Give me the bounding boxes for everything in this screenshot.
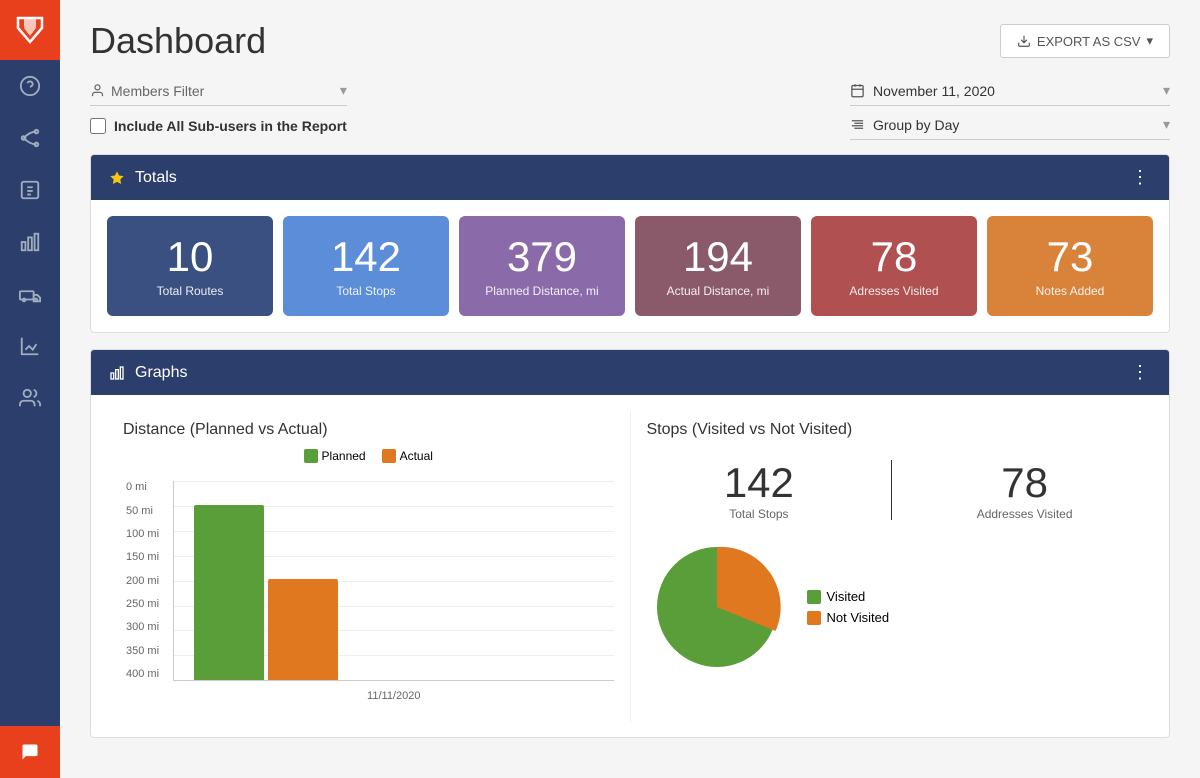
include-subusers-checkbox[interactable]: Include All Sub-users in the Report — [90, 118, 347, 134]
pie-legend-not-visited: Not Visited — [807, 610, 890, 625]
total-card-0: 10 Total Routes — [107, 216, 273, 316]
totals-panel-header: Totals ⋮ — [91, 155, 1169, 200]
filters-row: Members Filter ▾ Include All Sub-users i… — [90, 82, 1170, 140]
total-card-value-2: 379 — [471, 234, 613, 280]
legend-actual-dot — [382, 449, 396, 463]
date-filter-arrow: ▾ — [1163, 82, 1170, 99]
sidebar-chat-button[interactable] — [0, 726, 60, 778]
stops-chart-title: Stops (Visited vs Not Visited) — [647, 421, 1138, 439]
total-card-value-5: 73 — [999, 234, 1141, 280]
sidebar-icon-routes[interactable] — [0, 112, 60, 164]
total-card-5: 73 Notes Added — [987, 216, 1153, 316]
pie-legend-visited: Visited — [807, 589, 890, 604]
total-stops-stat: 142 Total Stops — [647, 459, 872, 521]
sidebar — [0, 0, 60, 778]
total-card-4: 78 Adresses Visited — [811, 216, 977, 316]
subusers-checkbox-input[interactable] — [90, 118, 106, 134]
stops-divider — [891, 460, 892, 520]
totals-grid: 10 Total Routes 142 Total Stops 379 Planned D… — [91, 200, 1169, 332]
members-filter-arrow: ▾ — [340, 82, 347, 99]
total-card-label-3: Actual Distance, mi — [647, 284, 789, 298]
pie-dot-visited — [807, 590, 821, 604]
graphs-panel-header: Graphs ⋮ — [91, 350, 1169, 395]
legend-planned: Planned — [304, 449, 366, 463]
stops-graph: 142 Total Stops 78 Addresses Visited — [647, 449, 1138, 687]
x-axis-label: 11/11/2020 — [367, 690, 420, 702]
bar-actual — [268, 579, 338, 680]
pie-dot-not-visited — [807, 611, 821, 625]
total-card-1: 142 Total Stops — [283, 216, 449, 316]
filter-right: November 11, 2020 ▾ Group by Day ▾ — [850, 82, 1170, 140]
bars-group — [194, 481, 338, 680]
sidebar-icon-orders[interactable] — [0, 164, 60, 216]
app-logo — [0, 0, 60, 60]
sidebar-icon-reports[interactable] — [0, 320, 60, 372]
total-card-value-1: 142 — [295, 234, 437, 280]
date-filter[interactable]: November 11, 2020 ▾ — [850, 82, 1170, 106]
addresses-visited-value: 78 — [912, 459, 1137, 507]
legend-planned-dot — [304, 449, 318, 463]
chart-legend: Planned Actual — [123, 449, 614, 463]
y-axis-labels: 400 mi 350 mi 300 mi 250 mi 200 mi 150 m… — [126, 481, 159, 680]
total-card-value-4: 78 — [823, 234, 965, 280]
addresses-visited-stat: 78 Addresses Visited — [912, 459, 1137, 521]
graphs-grid: Distance (Planned vs Actual) Planned Act… — [91, 395, 1169, 737]
total-card-3: 194 Actual Distance, mi — [635, 216, 801, 316]
total-stops-label: Total Stops — [647, 507, 872, 521]
main-content: Dashboard EXPORT AS CSV ▾ Members Filter… — [60, 0, 1200, 778]
totals-panel-menu[interactable]: ⋮ — [1131, 167, 1151, 188]
page-header: Dashboard EXPORT AS CSV ▾ — [90, 20, 1170, 62]
group-filter-arrow: ▾ — [1163, 116, 1170, 133]
total-card-label-1: Total Stops — [295, 284, 437, 298]
sidebar-icon-fleet[interactable] — [0, 268, 60, 320]
distance-chart-title: Distance (Planned vs Actual) — [123, 421, 614, 439]
total-card-label-0: Total Routes — [119, 284, 261, 298]
distance-chart-box: Distance (Planned vs Actual) Planned Act… — [107, 411, 631, 721]
bar-planned — [194, 505, 264, 680]
total-card-value-3: 194 — [647, 234, 789, 280]
export-csv-button[interactable]: EXPORT AS CSV ▾ — [1000, 24, 1170, 58]
totals-panel: Totals ⋮ 10 Total Routes 142 Total Stops 379… — [90, 154, 1170, 333]
addresses-visited-label: Addresses Visited — [912, 507, 1137, 521]
filter-left: Members Filter ▾ Include All Sub-users i… — [90, 82, 347, 134]
graphs-panel: Graphs ⋮ Distance (Planned vs Actual) Pl… — [90, 349, 1170, 738]
stops-chart-box: Stops (Visited vs Not Visited) 142 Total… — [631, 411, 1154, 721]
sidebar-icon-team[interactable] — [0, 372, 60, 424]
total-card-label-4: Adresses Visited — [823, 284, 965, 298]
total-card-value-0: 10 — [119, 234, 261, 280]
group-by-filter[interactable]: Group by Day ▾ — [850, 116, 1170, 140]
total-card-label-2: Planned Distance, mi — [471, 284, 613, 298]
legend-actual: Actual — [382, 449, 433, 463]
stops-stats: 142 Total Stops 78 Addresses Visited — [647, 459, 1138, 521]
sidebar-icon-analytics[interactable] — [0, 216, 60, 268]
total-card-2: 379 Planned Distance, mi — [459, 216, 625, 316]
bar-chart-area: 400 mi 350 mi 300 mi 250 mi 200 mi 150 m… — [173, 481, 614, 681]
sidebar-icon-help[interactable] — [0, 60, 60, 112]
bar-chart-wrap: 400 mi 350 mi 300 mi 250 mi 200 mi 150 m… — [123, 471, 614, 711]
pie-legend: Visited Not Visited — [807, 589, 890, 625]
total-stops-value: 142 — [647, 459, 872, 507]
total-card-label-5: Notes Added — [999, 284, 1141, 298]
members-filter[interactable]: Members Filter ▾ — [90, 82, 347, 106]
page-title: Dashboard — [90, 20, 266, 62]
graphs-panel-menu[interactable]: ⋮ — [1131, 362, 1151, 383]
pie-section: Visited Not Visited — [647, 537, 1138, 677]
pie-chart — [647, 537, 787, 677]
